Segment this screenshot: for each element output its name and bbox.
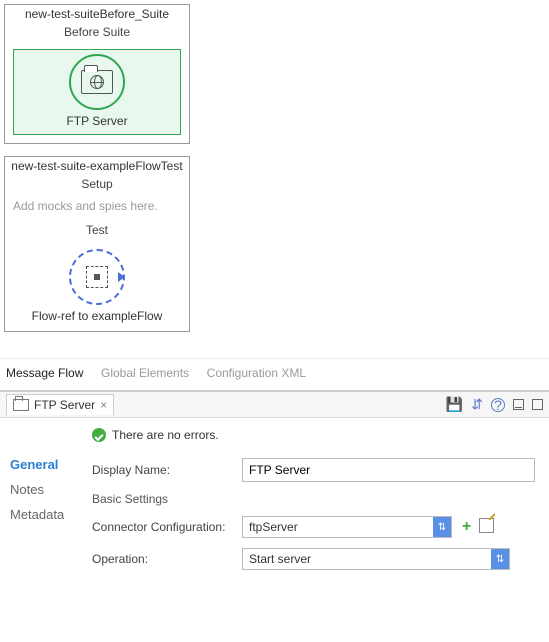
- flow-canvas: new-test-suiteBefore_Suite Before Suite …: [0, 0, 549, 358]
- status-text: There are no errors.: [112, 428, 219, 442]
- select-value: Start server: [243, 549, 491, 569]
- edit-config-button[interactable]: [479, 518, 494, 533]
- flow-ref-icon: [69, 249, 125, 305]
- ok-icon: [92, 428, 106, 442]
- node-label: FTP Server: [66, 114, 127, 128]
- ftp-server-node[interactable]: FTP Server: [13, 49, 181, 135]
- side-tab-metadata[interactable]: Metadata: [10, 502, 88, 527]
- minimize-icon[interactable]: [513, 399, 524, 410]
- tree-icon[interactable]: ⇵: [471, 396, 483, 413]
- side-tab-general[interactable]: General: [10, 452, 88, 477]
- properties-content: There are no errors. Display Name: Basic…: [88, 418, 549, 598]
- chevron-updown-icon: [491, 549, 509, 569]
- operation-label: Operation:: [92, 552, 242, 566]
- flow-subtitle-test: Test: [5, 221, 189, 243]
- flow-example-test[interactable]: new-test-suite-exampleFlowTest Setup Add…: [4, 156, 190, 332]
- flow-before-suite[interactable]: new-test-suiteBefore_Suite Before Suite …: [4, 4, 190, 144]
- maximize-icon[interactable]: [532, 399, 543, 410]
- add-config-button[interactable]: +: [462, 518, 471, 536]
- connector-config-select[interactable]: ftpServer: [242, 516, 452, 538]
- panel-tab-ftp-server[interactable]: FTP Server ×: [6, 394, 114, 415]
- side-tab-notes[interactable]: Notes: [10, 477, 88, 502]
- flow-title: new-test-suite-exampleFlowTest: [5, 157, 189, 175]
- panel-toolbar: 💾 ⇵ ?: [446, 396, 543, 413]
- panel-header: FTP Server × 💾 ⇵ ?: [0, 392, 549, 418]
- tab-message-flow[interactable]: Message Flow: [6, 366, 83, 380]
- status-row: There are no errors.: [92, 428, 535, 442]
- help-icon[interactable]: ?: [491, 398, 505, 412]
- flow-subtitle-setup: Setup: [5, 175, 189, 197]
- folder-icon: [13, 399, 29, 411]
- properties-panel: FTP Server × 💾 ⇵ ? General Notes Metadat…: [0, 390, 549, 598]
- operation-select[interactable]: Start server: [242, 548, 510, 570]
- tab-configuration-xml[interactable]: Configuration XML: [207, 366, 306, 380]
- editor-view-tabs: Message Flow Global Elements Configurati…: [0, 358, 549, 390]
- display-name-input[interactable]: [242, 458, 535, 482]
- connector-config-label: Connector Configuration:: [92, 520, 242, 534]
- basic-settings-label: Basic Settings: [92, 492, 535, 506]
- flow-ref-node[interactable]: Flow-ref to exampleFlow: [5, 243, 189, 331]
- select-value: ftpServer: [243, 517, 433, 537]
- tab-global-elements[interactable]: Global Elements: [101, 366, 189, 380]
- save-icon[interactable]: 💾: [446, 396, 463, 413]
- close-icon[interactable]: ×: [100, 398, 107, 412]
- mocks-hint: Add mocks and spies here.: [5, 197, 189, 221]
- flow-title: new-test-suiteBefore_Suite: [5, 5, 189, 23]
- display-name-label: Display Name:: [92, 463, 242, 477]
- properties-side-tabs: General Notes Metadata: [0, 418, 88, 598]
- ftp-folder-icon: [69, 54, 125, 110]
- chevron-updown-icon: [433, 517, 451, 537]
- node-label: Flow-ref to exampleFlow: [32, 309, 163, 323]
- flow-subtitle: Before Suite: [5, 23, 189, 45]
- panel-tab-label: FTP Server: [34, 398, 95, 412]
